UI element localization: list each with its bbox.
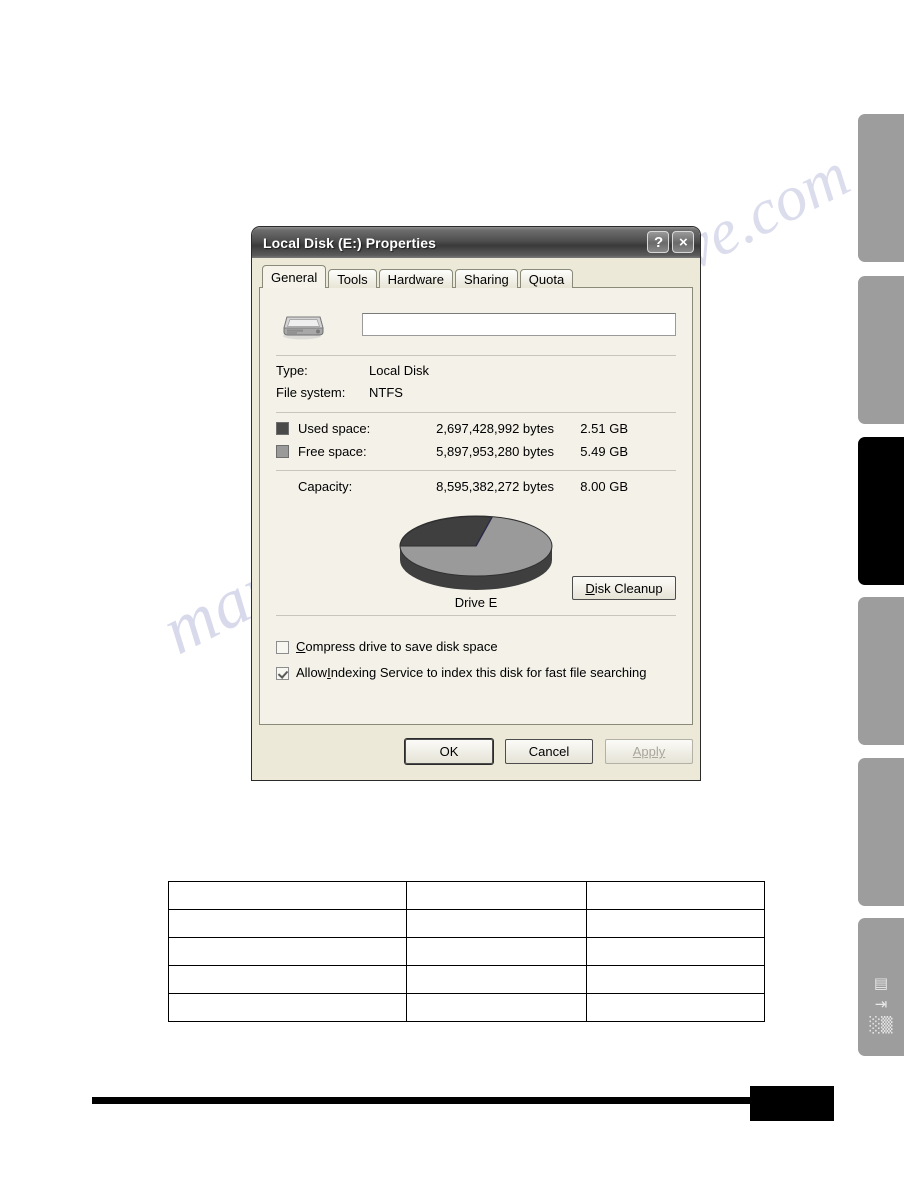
- side-tab-4[interactable]: [858, 597, 904, 745]
- info-row-type: Type: Local Disk: [276, 360, 676, 382]
- indexing-service-prefix: Allow: [296, 665, 328, 680]
- filesystem-label: File system:: [276, 385, 346, 400]
- table-cell: [168, 937, 407, 966]
- compress-drive-checkbox[interactable]: [276, 640, 289, 654]
- table-cell: [168, 965, 407, 994]
- type-label: Type:: [276, 363, 308, 378]
- ok-button[interactable]: OK: [405, 739, 493, 764]
- dialog-titlebar[interactable]: Local Disk (E:) Properties ? ×: [252, 227, 700, 258]
- side-tab-glyph-1: ▤: [873, 974, 889, 992]
- free-space-label: Free space:: [298, 444, 367, 459]
- table-cell: [406, 881, 587, 910]
- side-tab-glyph-3: ░▒: [869, 1016, 893, 1034]
- side-tab-5[interactable]: [858, 758, 904, 906]
- compress-drive-checkbox-row[interactable]: Compress drive to save disk space: [276, 634, 676, 660]
- options-group: Compress drive to save disk space Allow …: [276, 616, 676, 686]
- free-space-swatch: [276, 445, 289, 458]
- side-tab-3-active[interactable]: [858, 437, 904, 585]
- capacity-label: Capacity:: [298, 479, 353, 494]
- indexing-service-label: ndexing Service to index this disk for f…: [330, 665, 647, 680]
- general-tab-panel: Type: Local Disk File system: NTFS Used …: [259, 287, 693, 725]
- disk-usage-chart-area: Drive E Disk Cleanup: [276, 500, 676, 610]
- dialog-button-bar: OK Cancel Apply: [259, 739, 693, 764]
- side-tab-strip: ▤ ⇥ ░▒: [846, 0, 918, 1188]
- footer-rule: [92, 1097, 752, 1104]
- disk-cleanup-accel: D: [585, 580, 595, 596]
- tab-general[interactable]: General: [262, 265, 327, 288]
- titlebar-buttons: ? ×: [647, 231, 694, 253]
- capacity-size: 8.00 GB: [580, 479, 628, 494]
- free-space-row: Free space: 5,897,953,280 bytes 5.49 GB: [276, 440, 676, 463]
- used-space-row: Used space: 2,697,428,992 bytes 2.51 GB: [276, 417, 676, 440]
- properties-dialog: Local Disk (E:) Properties ? × General T…: [252, 227, 700, 780]
- help-icon[interactable]: ?: [647, 231, 669, 253]
- table-cell: [586, 965, 765, 994]
- table-row: [168, 993, 765, 1022]
- capacity-bytes: 8,595,382,272 bytes: [436, 479, 554, 494]
- volume-row: [276, 302, 676, 346]
- indexing-service-checkbox-row[interactable]: Allow Indexing Service to index this dis…: [276, 660, 676, 686]
- table-cell: [406, 937, 587, 966]
- table-cell: [168, 993, 407, 1022]
- footer-page-number: [750, 1086, 834, 1121]
- indexing-service-checkbox[interactable]: [276, 666, 289, 680]
- volume-label-input[interactable]: [362, 312, 676, 336]
- table-cell: [168, 909, 407, 938]
- disk-cleanup-button[interactable]: Disk Cleanup: [572, 576, 676, 600]
- side-tab-glyph-group: ▤ ⇥ ░▒: [858, 973, 904, 1036]
- dialog-body: General Tools Hardware Sharing Quota Typ…: [252, 258, 700, 773]
- table-row: [168, 909, 765, 938]
- table-cell: [406, 909, 587, 938]
- tab-tools[interactable]: Tools: [328, 269, 377, 288]
- table-cell: [586, 993, 765, 1022]
- divider-3: [276, 470, 676, 471]
- tab-quota[interactable]: Quota: [519, 269, 574, 288]
- apply-label: Apply: [632, 744, 666, 759]
- table-cell: [406, 993, 587, 1022]
- table-cell: [168, 881, 407, 910]
- free-space-bytes: 5,897,953,280 bytes: [436, 444, 554, 459]
- tab-hardware[interactable]: Hardware: [378, 269, 453, 288]
- table-cell: [406, 965, 587, 994]
- used-space-size: 2.51 GB: [580, 421, 628, 436]
- side-tab-1[interactable]: [858, 114, 904, 262]
- content-table: [168, 881, 765, 1022]
- free-space-size: 5.49 GB: [580, 444, 628, 459]
- table-row: [168, 937, 765, 966]
- content-table-body: [168, 881, 765, 1022]
- table-cell: [586, 937, 765, 966]
- used-space-swatch: [276, 422, 289, 435]
- hard-disk-icon: [276, 306, 328, 342]
- space-group: Used space: 2,697,428,992 bytes 2.51 GB …: [276, 413, 676, 463]
- used-space-label: Used space:: [298, 421, 371, 436]
- disk-usage-pie-chart: [396, 502, 556, 594]
- info-row-filesystem: File system: NTFS: [276, 382, 676, 404]
- compress-drive-accel: C: [296, 639, 306, 654]
- tab-sharing[interactable]: Sharing: [454, 269, 518, 288]
- apply-button: Apply: [605, 739, 693, 764]
- side-tab-glyph-2: ⇥: [874, 995, 888, 1013]
- compress-drive-label: ompress drive to save disk space: [305, 639, 498, 654]
- table-row: [168, 881, 765, 910]
- close-icon[interactable]: ×: [672, 231, 694, 253]
- filesystem-value: NTFS: [369, 385, 403, 400]
- disk-info-group: Type: Local Disk File system: NTFS: [276, 356, 676, 404]
- disk-cleanup-label: isk Cleanup: [594, 580, 663, 596]
- cancel-button[interactable]: Cancel: [505, 739, 593, 764]
- capacity-row: Capacity: 8,595,382,272 bytes 8.00 GB: [276, 475, 676, 498]
- table-cell: [586, 881, 765, 910]
- drive-caption: Drive E: [454, 595, 498, 610]
- side-tab-6[interactable]: ▤ ⇥ ░▒: [858, 918, 904, 1056]
- table-row: [168, 965, 765, 994]
- dialog-title: Local Disk (E:) Properties: [263, 234, 436, 251]
- tab-strip: General Tools Hardware Sharing Quota: [259, 265, 693, 288]
- used-space-bytes: 2,697,428,992 bytes: [436, 421, 554, 436]
- table-cell: [586, 909, 765, 938]
- side-tab-2[interactable]: [858, 276, 904, 424]
- type-value: Local Disk: [369, 363, 429, 378]
